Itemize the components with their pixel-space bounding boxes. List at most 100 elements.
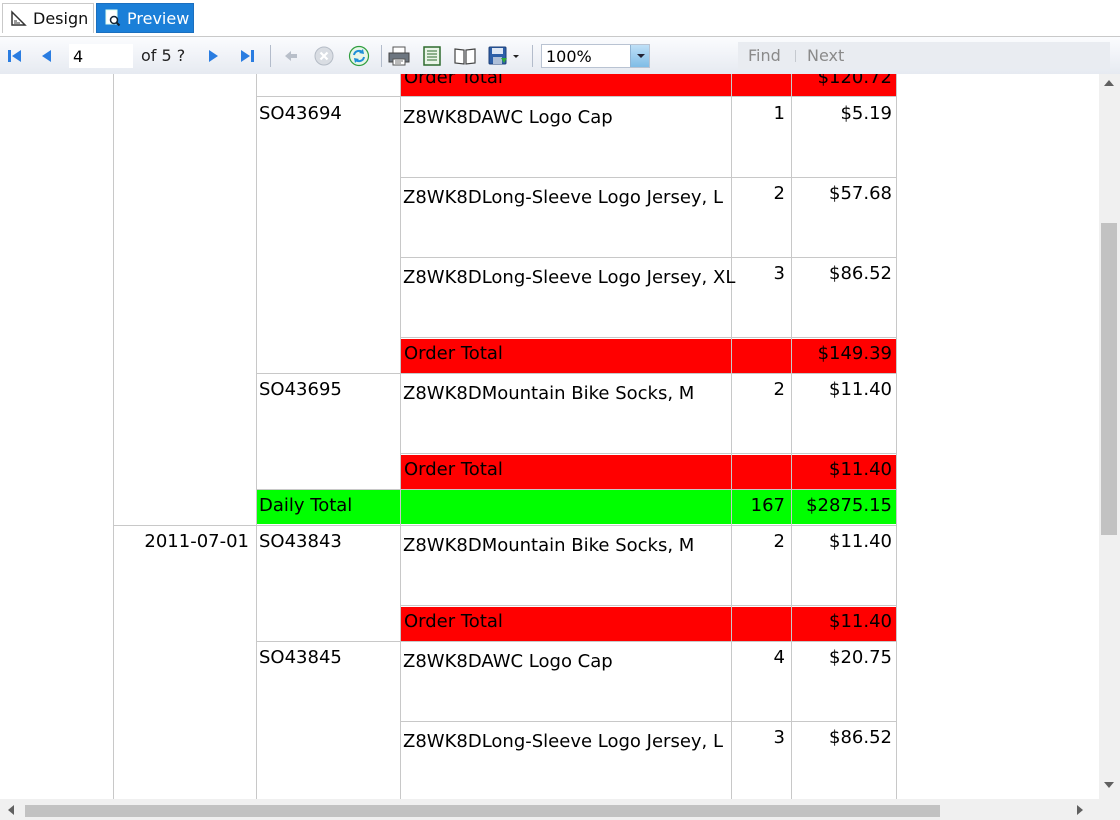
scroll-right-arrow-icon[interactable] xyxy=(1077,805,1083,815)
first-page-icon xyxy=(8,49,21,62)
quantity: 3 xyxy=(773,727,785,748)
grid-line xyxy=(256,74,257,799)
stop-rendering-button[interactable] xyxy=(311,43,337,68)
line-amount: $11.40 xyxy=(829,379,892,400)
grid-line xyxy=(256,373,897,374)
quantity: 2 xyxy=(773,531,785,552)
tab-design[interactable]: Design xyxy=(2,3,94,33)
product-name: Z8WK8DLong-Sleeve Logo Jersey, L xyxy=(403,731,724,752)
current-page-input[interactable] xyxy=(69,44,133,68)
product-name: Z8WK8DAWC Logo Cap xyxy=(403,107,613,128)
first-page-button[interactable] xyxy=(4,43,26,68)
product-name: Z8WK8DLong-Sleeve Logo Jersey, L xyxy=(403,187,724,208)
scroll-down-arrow-icon[interactable] xyxy=(1104,782,1114,788)
previous-page-icon xyxy=(42,49,51,62)
tab-preview-label: Preview xyxy=(127,8,190,28)
order-id: SO43694 xyxy=(259,103,342,124)
last-page-button[interactable] xyxy=(236,43,258,68)
daily-total-label: Daily Total xyxy=(259,495,353,516)
back-to-parent-button[interactable] xyxy=(279,43,303,68)
grid-line xyxy=(791,74,792,799)
stop-icon xyxy=(314,46,334,65)
quantity: 4 xyxy=(773,647,785,668)
order-total-label: Order Total xyxy=(404,459,503,480)
tab-strip: Design Preview xyxy=(0,0,1120,37)
export-dropdown-button[interactable] xyxy=(485,43,523,68)
zoom-value: 100% xyxy=(546,47,592,66)
quantity: 2 xyxy=(773,379,785,400)
page-setup-book-icon xyxy=(454,47,476,65)
grid-line xyxy=(256,96,897,97)
order-total-amount: $120.72 xyxy=(817,74,892,88)
line-amount: $11.40 xyxy=(829,531,892,552)
toolbar-separator xyxy=(532,45,533,67)
line-amount: $86.52 xyxy=(829,727,892,748)
grid-line xyxy=(400,177,897,178)
order-total-label: Order Total xyxy=(404,611,503,632)
order-total-label: Order Total xyxy=(404,74,503,88)
order-total-label: Order Total xyxy=(404,343,503,364)
line-amount: $20.75 xyxy=(829,647,892,668)
product-name: Z8WK8DMountain Bike Socks, M xyxy=(403,535,695,556)
grid-line xyxy=(400,337,897,338)
quantity: 1 xyxy=(773,103,785,124)
quantity: 2 xyxy=(773,183,785,204)
grid-line xyxy=(113,525,897,526)
tab-preview[interactable]: Preview xyxy=(96,3,194,33)
horizontal-scroll-thumb[interactable] xyxy=(25,805,940,817)
page-setup-button[interactable] xyxy=(452,43,478,68)
daily-total-amount: $2875.15 xyxy=(806,495,892,516)
grid-line xyxy=(896,74,897,799)
grid-line xyxy=(256,641,897,642)
order-id: SO43843 xyxy=(259,531,342,552)
toolbar-separator xyxy=(381,45,382,67)
page-count-label: of 5 ? xyxy=(141,46,186,65)
vertical-scroll-thumb[interactable] xyxy=(1101,223,1117,535)
grid-line xyxy=(731,74,732,799)
zoom-select[interactable]: 100% xyxy=(541,44,650,68)
find-next-button[interactable]: Next xyxy=(807,46,844,65)
zoom-dropdown-arrow-icon[interactable] xyxy=(630,45,649,67)
daily-total-quantity: 167 xyxy=(750,495,785,516)
line-amount: $57.68 xyxy=(829,183,892,204)
report-page: Order Total $120.72 SO43694 Z8WK8DAWC Lo… xyxy=(0,74,1099,799)
product-name: Z8WK8DAWC Logo Cap xyxy=(403,651,613,672)
print-layout-icon xyxy=(423,45,441,66)
next-page-button[interactable] xyxy=(202,43,224,68)
export-save-icon xyxy=(488,46,519,64)
back-arrow-icon xyxy=(285,50,297,61)
grid-line xyxy=(113,74,114,799)
order-total-amount: $149.39 xyxy=(817,343,892,364)
toolbar-separator xyxy=(795,50,796,62)
product-name: Z8WK8DMountain Bike Socks, M xyxy=(403,383,695,404)
grid-line xyxy=(400,453,897,454)
last-page-icon xyxy=(241,49,254,62)
order-id: SO43695 xyxy=(259,379,342,400)
line-amount: $86.52 xyxy=(829,263,892,284)
printer-icon xyxy=(388,46,410,65)
next-page-icon xyxy=(209,49,218,62)
tab-design-label: Design xyxy=(33,9,89,28)
design-ruler-icon xyxy=(9,9,29,29)
grid-line xyxy=(256,489,897,490)
previous-page-button[interactable] xyxy=(36,43,58,68)
quantity: 3 xyxy=(773,263,785,284)
grid-line xyxy=(400,74,401,799)
preview-page-icon xyxy=(103,8,123,28)
find-button[interactable]: Find xyxy=(748,46,781,65)
print-layout-button[interactable] xyxy=(419,43,445,68)
grid-line xyxy=(400,257,897,258)
find-bar xyxy=(738,42,1110,69)
toolbar-separator xyxy=(270,45,271,67)
print-button[interactable] xyxy=(386,43,412,68)
refresh-icon xyxy=(348,45,370,66)
grid-line xyxy=(400,605,897,606)
scroll-up-arrow-icon[interactable] xyxy=(1104,80,1114,86)
refresh-button[interactable] xyxy=(346,43,372,68)
line-amount: $5.19 xyxy=(840,103,892,124)
report-viewer-toolbar: of 5 ? xyxy=(0,37,1120,75)
order-date: 2011-07-01 xyxy=(144,531,249,552)
scroll-left-arrow-icon[interactable] xyxy=(8,805,14,815)
order-id: SO43845 xyxy=(259,647,342,668)
order-total-amount: $11.40 xyxy=(829,611,892,632)
